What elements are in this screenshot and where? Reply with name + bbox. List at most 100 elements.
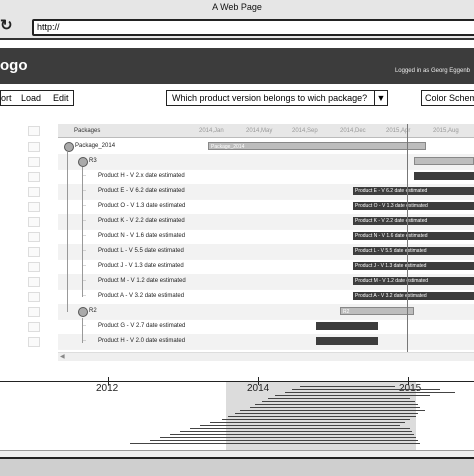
gantt-product-row[interactable]: -- Product N - V 1.6 date estimated Produc… bbox=[58, 229, 474, 245]
gantt-product-row[interactable]: -- Product A - V 3.2 date estimated Produc… bbox=[58, 289, 474, 305]
scroll-left-icon[interactable]: ◀ bbox=[60, 353, 65, 360]
overview-bar bbox=[255, 404, 418, 405]
overview-bar bbox=[210, 422, 405, 423]
overview-bar bbox=[200, 425, 400, 426]
gantt-row-label: Product E - V 6.2 date estimated bbox=[98, 188, 185, 194]
gantt-product-row[interactable]: -- Product G - V 2.7 date estimated bbox=[58, 319, 474, 335]
timeline-tick: 2015,Aug bbox=[433, 128, 459, 134]
row-checkbox[interactable] bbox=[28, 232, 40, 242]
gantt-row-label: R3 bbox=[89, 158, 97, 164]
row-checkbox[interactable] bbox=[28, 126, 40, 136]
gantt-bar[interactable]: Product M - V 1.2 date estimated bbox=[353, 277, 474, 285]
row-checkbox[interactable] bbox=[28, 277, 40, 287]
row-checkbox[interactable] bbox=[28, 172, 40, 182]
gantt-bar[interactable]: Package_2014 bbox=[208, 142, 426, 150]
timeline-tick: 2014,Jan bbox=[199, 128, 224, 134]
row-checkbox[interactable] bbox=[28, 262, 40, 272]
menu-item-edit[interactable]: Edit bbox=[53, 91, 69, 105]
row-checkbox[interactable] bbox=[28, 157, 40, 167]
menu-item-load[interactable]: Load bbox=[21, 91, 41, 105]
overview-year-label: 2014 bbox=[247, 383, 270, 394]
tree-connector bbox=[82, 318, 83, 343]
gantt-product-row[interactable]: -- Product M - V 1.2 date estimated Produc… bbox=[58, 274, 474, 290]
row-checkbox[interactable] bbox=[28, 247, 40, 257]
window-titlebar: A Web Page bbox=[0, 0, 474, 17]
tree-node-icon[interactable] bbox=[78, 157, 88, 167]
gantt-group-row[interactable]: R2 R2 bbox=[58, 304, 474, 320]
gantt-bar[interactable]: Product L - V 5.5 date estimated bbox=[353, 247, 474, 255]
gantt-bar[interactable]: Product A - V 3.2 date estimated bbox=[353, 292, 474, 300]
overview-bar bbox=[300, 386, 395, 387]
gantt-bar[interactable]: Product N - V 1.6 date estimated bbox=[353, 232, 474, 240]
overview-scrollbar[interactable] bbox=[0, 450, 474, 457]
today-marker-line bbox=[407, 124, 408, 354]
row-checkbox[interactable] bbox=[28, 307, 40, 317]
gantt-row-label: Product A - V 3.2 date estimated bbox=[98, 293, 185, 299]
gantt-row-label: Product O - V 1.3 date estimated bbox=[98, 203, 186, 209]
gantt-bar[interactable] bbox=[414, 157, 474, 165]
menu-item-export[interactable]: ort bbox=[1, 91, 12, 105]
tree-node-icon[interactable] bbox=[78, 307, 88, 317]
overview-bar bbox=[190, 428, 410, 429]
overview-year-label: 2012 bbox=[96, 383, 119, 394]
overview-bar bbox=[150, 440, 418, 441]
row-checkbox[interactable] bbox=[28, 337, 40, 347]
gantt-row-label: Product M - V 1.2 date estimated bbox=[98, 278, 186, 284]
overview-bar bbox=[268, 398, 410, 399]
row-checkbox[interactable] bbox=[28, 322, 40, 332]
app-header bbox=[0, 48, 474, 84]
gantt-product-row[interactable]: -- Product J - V 1.3 date estimated Produc… bbox=[58, 259, 474, 275]
menu-bar: ort Load Edit bbox=[0, 90, 74, 106]
gantt-row-label: Product H - V 2.0 date estimated bbox=[98, 338, 186, 344]
gantt-row-label: Product K - V 2.2 date estimated bbox=[98, 218, 185, 224]
overview-axis bbox=[0, 381, 474, 382]
chevron-down-icon[interactable]: ▼ bbox=[374, 91, 387, 105]
gantt-bar[interactable]: Product K - V 2.2 date estimated bbox=[353, 217, 474, 225]
row-checkbox[interactable] bbox=[28, 187, 40, 197]
overview-bar bbox=[222, 419, 410, 420]
row-checkbox[interactable] bbox=[28, 202, 40, 212]
color-scheme-button[interactable]: Color Scheme bbox=[421, 90, 474, 106]
timeline-tick: 2014,Dec bbox=[340, 128, 366, 134]
tree-connector bbox=[82, 167, 83, 297]
gantt-bar[interactable]: Product E - V 6.2 date estimated bbox=[353, 187, 474, 195]
refresh-icon[interactable]: ↻ bbox=[0, 18, 13, 34]
gantt-row-label: Product H - V 2.x date estimated bbox=[98, 173, 185, 179]
gantt-bar[interactable] bbox=[316, 337, 378, 345]
tree-connector bbox=[67, 152, 68, 312]
overview-bar bbox=[240, 410, 425, 411]
overview-bar bbox=[228, 416, 416, 417]
gantt-group-row[interactable]: R3 bbox=[58, 154, 474, 170]
gantt-row-label: Product N - V 1.6 date estimated bbox=[98, 233, 186, 239]
url-bar[interactable]: http:// bbox=[32, 19, 474, 36]
gantt-product-row[interactable]: -- Product L - V 5.5 date estimated Produc… bbox=[58, 244, 474, 260]
gantt-bar[interactable]: Product O - V 1.3 date estimated bbox=[353, 202, 474, 210]
gantt-product-row[interactable]: -- Product O - V 1.3 date estimated Produc… bbox=[58, 199, 474, 215]
gantt-bar[interactable]: Product J - V 1.3 date estimated bbox=[353, 262, 474, 270]
row-checkbox[interactable] bbox=[28, 217, 40, 227]
overview-bar bbox=[275, 395, 430, 396]
gantt-product-row[interactable]: -- Product E - V 6.2 date estimated Produc… bbox=[58, 184, 474, 200]
logged-in-status: Logged in as Georg Eggenb bbox=[394, 68, 470, 74]
version-package-select[interactable]: Which product version belongs to wich pa… bbox=[166, 90, 388, 106]
gantt-product-row[interactable]: -- Product K - V 2.2 date estimated Produc… bbox=[58, 214, 474, 230]
version-package-select-value: Which product version belongs to wich pa… bbox=[172, 93, 368, 103]
overview-bar bbox=[262, 401, 415, 402]
gantt-horizontal-scrollbar[interactable]: ◀ bbox=[58, 352, 474, 361]
app-logo: ogo bbox=[0, 57, 28, 74]
timeline-tick: 2014,May bbox=[246, 128, 273, 134]
packages-column-header: Packages bbox=[74, 128, 101, 134]
gantt-row-label: Product L - V 5.5 date estimated bbox=[98, 248, 184, 254]
gantt-package-row[interactable]: Package_2014 Package_2014 bbox=[58, 139, 474, 155]
overview-bar bbox=[170, 434, 414, 435]
gantt-bar[interactable]: R2 bbox=[340, 307, 414, 315]
row-checkbox[interactable] bbox=[28, 292, 40, 302]
overview-bar bbox=[160, 437, 416, 438]
row-checkbox[interactable] bbox=[28, 142, 40, 152]
gantt-bar[interactable] bbox=[316, 322, 378, 330]
gantt-bar[interactable] bbox=[414, 172, 474, 180]
gantt-row-label: R2 bbox=[89, 308, 97, 314]
gantt-product-row[interactable]: -- Product H - V 2.x date estimated bbox=[58, 169, 474, 185]
tree-node-icon[interactable] bbox=[64, 142, 74, 152]
gantt-product-row[interactable]: -- Product H - V 2.0 date estimated bbox=[58, 334, 474, 350]
